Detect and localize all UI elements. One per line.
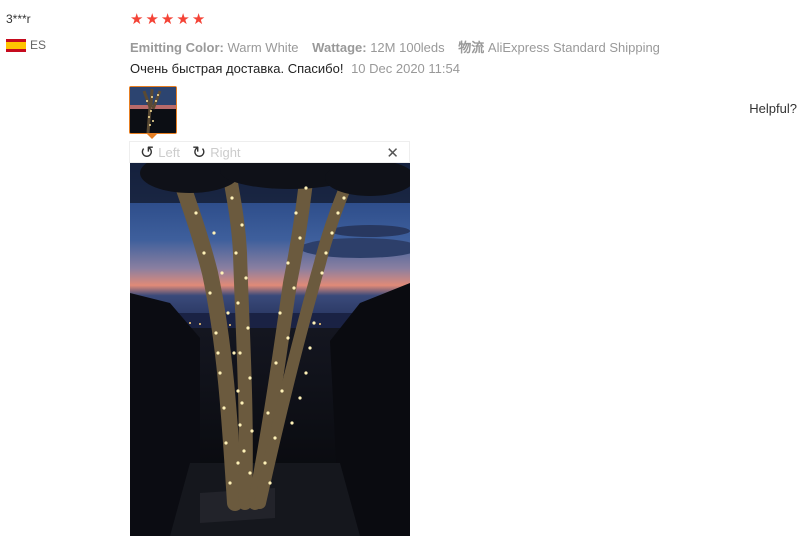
attr-key-color: Emitting Color: — [130, 40, 224, 55]
thumbnail-image — [130, 87, 176, 133]
attr-value-logistics: AliExpress Standard Shipping — [487, 40, 660, 55]
rotate-left-icon: ↺ — [140, 142, 155, 162]
rotate-left-button[interactable]: ↺ Left — [140, 144, 180, 161]
review-photo-thumbnail[interactable] — [129, 86, 177, 134]
helpful-label[interactable]: Helpful? — [749, 101, 797, 116]
star-icon: ★ — [145, 11, 159, 28]
reviewer-country: ES — [6, 38, 46, 52]
attr-key-wattage: Wattage: — [312, 40, 367, 55]
rotate-right-label: Right — [210, 144, 241, 160]
review-content: Очень быстрая доставка. Спасибо! 10 Dec … — [130, 61, 460, 76]
rotate-right-button[interactable]: ↻ Right — [192, 144, 241, 161]
order-attributes: Emitting Color: Warm White Wattage: 12M … — [130, 37, 670, 56]
review-photo-large — [130, 163, 410, 536]
tree-lights-photo — [130, 163, 410, 536]
attr-key-logistics: 物流 — [458, 40, 485, 55]
star-rating: ★ ★ ★ ★ ★ — [130, 11, 205, 29]
country-code: ES — [30, 38, 47, 52]
image-viewer-toolbar: ↺ Left ↻ Right ✕ — [129, 141, 410, 163]
star-icon: ★ — [191, 11, 206, 28]
thumbnail-pointer — [147, 134, 157, 139]
review-date: 10 Dec 2020 11:54 — [351, 61, 460, 76]
star-icon: ★ — [160, 11, 175, 28]
close-icon[interactable]: ✕ — [386, 144, 399, 162]
rotate-left-label: Left — [158, 144, 180, 160]
attr-value-color: Warm White — [227, 40, 299, 55]
reviewer-name: 3***r — [6, 12, 31, 26]
attr-value-wattage: 12M 100leds — [370, 40, 445, 55]
star-icon: ★ — [176, 11, 190, 28]
rotate-right-icon: ↻ — [191, 142, 207, 162]
spain-flag-icon — [6, 38, 26, 52]
star-icon: ★ — [130, 11, 144, 28]
review-text: Очень быстрая доставка. Спасибо! — [130, 61, 344, 76]
